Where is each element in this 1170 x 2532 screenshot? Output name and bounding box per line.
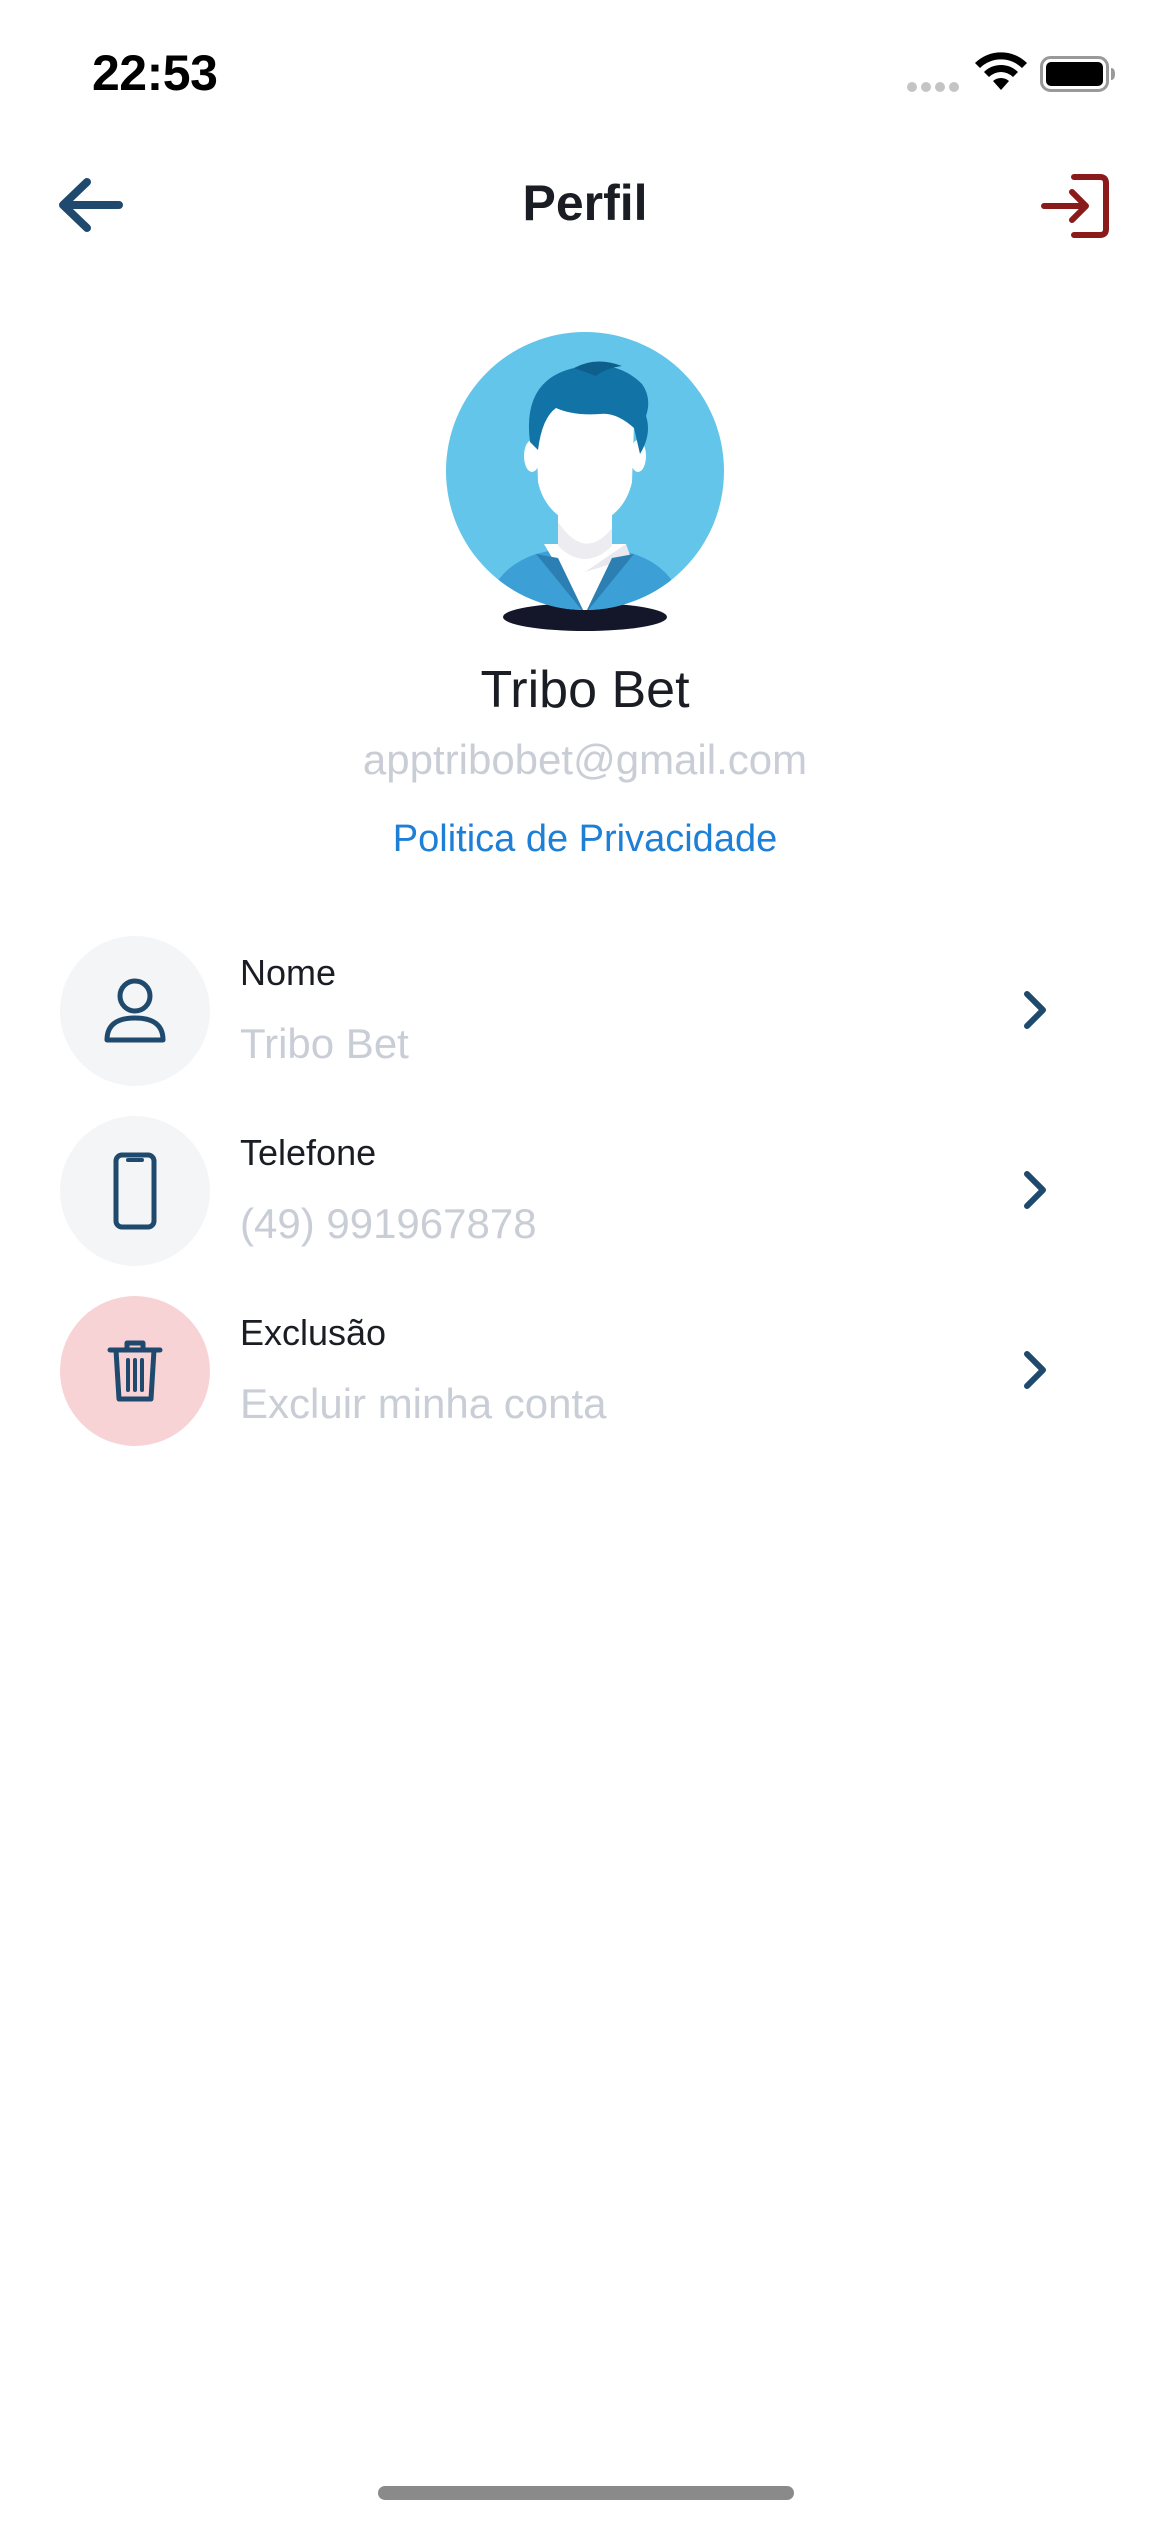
- cellular-signal-icon: [907, 82, 959, 92]
- chevron-right-icon: [1010, 1345, 1060, 1395]
- list-item-delete-account[interactable]: Exclusão Excluir minha conta: [0, 1290, 1170, 1450]
- header: Perfil: [0, 160, 1170, 250]
- home-indicator[interactable]: [378, 2486, 794, 2500]
- avatar: [446, 332, 724, 631]
- privacy-policy-link[interactable]: Politica de Privacidade: [0, 818, 1170, 861]
- item-label: Nome: [240, 952, 337, 993]
- item-value: (49) 991967878: [240, 1200, 537, 1247]
- item-label: Exclusão: [240, 1312, 387, 1353]
- profile-email: apptribobet@gmail.com: [362, 736, 808, 783]
- page-title: Perfil: [522, 175, 648, 231]
- item-label: Telefone: [240, 1132, 377, 1173]
- user-icon: [104, 978, 166, 1043]
- item-icon-container: [60, 936, 210, 1086]
- logout-icon: [1041, 174, 1109, 238]
- chevron-right-icon: [1010, 985, 1060, 1035]
- item-value: Tribo Bet: [240, 1020, 409, 1067]
- item-icon-container: [60, 1296, 210, 1446]
- status-time: 22:53: [92, 45, 218, 101]
- list-item-name[interactable]: Nome Tribo Bet: [0, 930, 1170, 1090]
- phone-icon: [113, 1152, 157, 1230]
- item-value: Excluir minha conta: [240, 1380, 607, 1427]
- item-icon-container: [60, 1116, 210, 1266]
- trash-icon: [107, 1340, 163, 1402]
- logout-button[interactable]: [1036, 166, 1116, 246]
- wifi-icon: [975, 52, 1027, 90]
- profile-name: Tribo Bet: [480, 661, 690, 719]
- list-item-phone[interactable]: Telefone (49) 991967878: [0, 1110, 1170, 1270]
- chevron-right-icon: [1010, 1165, 1060, 1215]
- battery-icon: [1040, 56, 1115, 92]
- status-bar: 22:53: [0, 0, 1170, 150]
